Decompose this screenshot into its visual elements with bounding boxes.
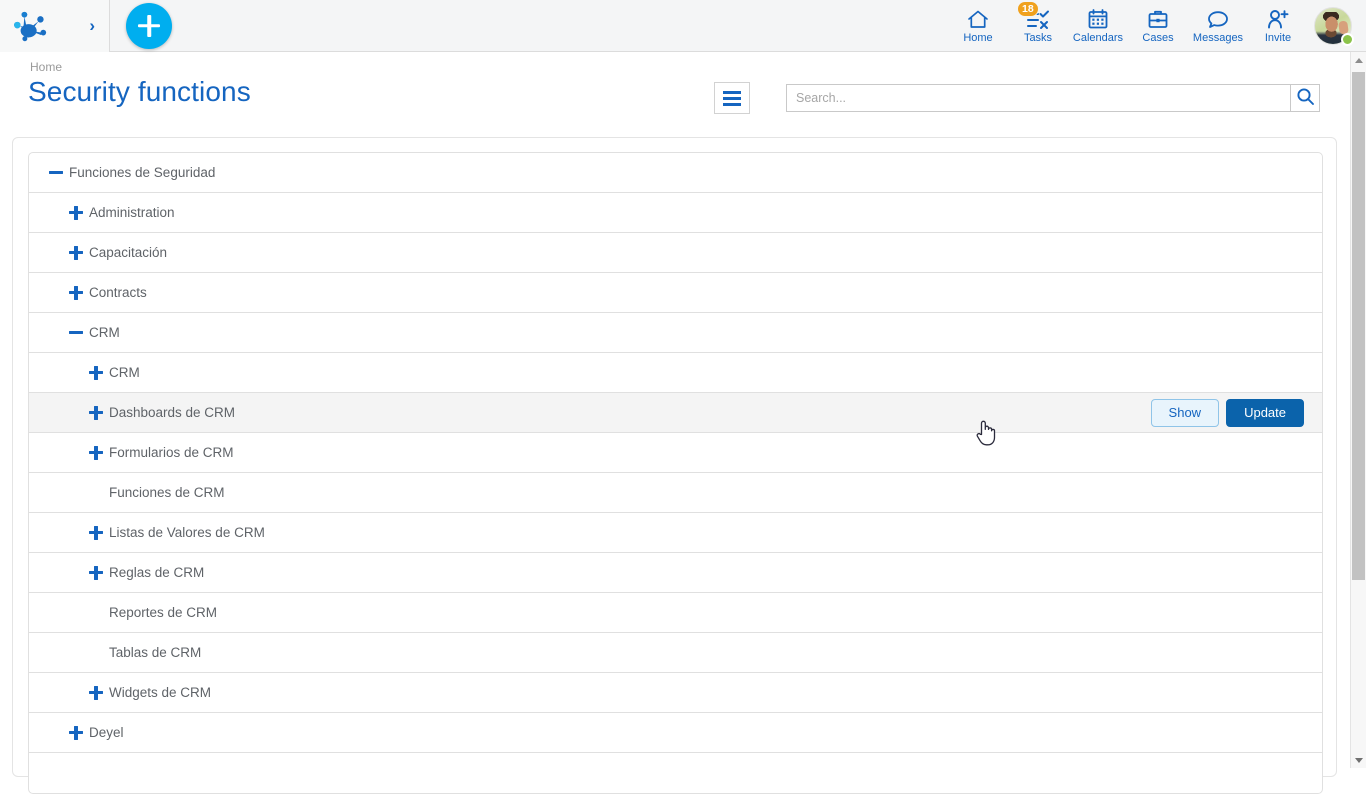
page-title: Security functions: [28, 76, 251, 108]
expand-icon[interactable]: [89, 526, 103, 540]
nav-label: Tasks: [1024, 32, 1052, 44]
menu-bar: [723, 97, 741, 100]
top-nav-items: Home 18 Tasks: [948, 0, 1366, 52]
search-input[interactable]: [786, 84, 1290, 112]
tree-row[interactable]: Tablas de CRM: [29, 633, 1322, 673]
nav-label: Messages: [1193, 32, 1243, 44]
update-button[interactable]: Update: [1226, 399, 1304, 427]
nav-item-messages[interactable]: Messages: [1188, 0, 1248, 52]
tree-row[interactable]: Formularios de CRM: [29, 433, 1322, 473]
tree-row[interactable]: Administration: [29, 193, 1322, 233]
scroll-down-arrow-icon[interactable]: [1351, 752, 1366, 768]
tree-row[interactable]: Deyel: [29, 713, 1322, 753]
tree-row[interactable]: CRM: [29, 313, 1322, 353]
expand-icon[interactable]: [69, 246, 83, 260]
collapse-icon[interactable]: [69, 326, 83, 340]
menu-bar: [723, 103, 741, 106]
expand-icon[interactable]: [69, 726, 83, 740]
tree-row[interactable]: Contracts: [29, 273, 1322, 313]
create-new-button[interactable]: [126, 3, 172, 49]
tree-row-label: Deyel: [89, 725, 124, 740]
nav-label: Cases: [1142, 32, 1173, 44]
chevron-right-icon[interactable]: ›: [89, 17, 95, 34]
hamburger-menu-icon[interactable]: [714, 82, 750, 114]
tree-row-label: Tablas de CRM: [109, 645, 201, 660]
molecule-logo-icon[interactable]: [12, 9, 50, 43]
nav-label: Home: [963, 32, 992, 44]
breadcrumb[interactable]: Home: [30, 60, 62, 74]
nav-label: Invite: [1265, 32, 1291, 44]
nav-item-invite[interactable]: Invite: [1248, 0, 1308, 52]
chat-icon: [1206, 7, 1230, 31]
search-bar: [786, 84, 1320, 112]
scroll-up-arrow-icon[interactable]: [1351, 52, 1366, 68]
security-functions-tree: Funciones de Seguridad Administration Capa…: [28, 152, 1323, 794]
collapse-icon[interactable]: [49, 166, 63, 180]
tree-row[interactable]: Reglas de CRM: [29, 553, 1322, 593]
show-button[interactable]: Show: [1151, 399, 1220, 427]
tree-row-label: CRM: [89, 325, 120, 340]
logo-zone: ›: [0, 0, 110, 52]
tree-row[interactable]: Reportes de CRM: [29, 593, 1322, 633]
tree-row-label: Funciones de Seguridad: [69, 165, 215, 180]
expand-icon[interactable]: [89, 686, 103, 700]
scrollbar-thumb[interactable]: [1352, 72, 1365, 580]
briefcase-icon: [1147, 7, 1169, 31]
user-avatar[interactable]: [1308, 0, 1358, 52]
tree-row[interactable]: Funciones de Seguridad: [29, 153, 1322, 193]
nav-label: Calendars: [1073, 32, 1123, 44]
calendar-icon: [1087, 7, 1109, 31]
expand-icon[interactable]: [69, 286, 83, 300]
home-icon: [966, 7, 990, 31]
tree-row[interactable]: [29, 753, 1322, 793]
tree-row-label: Listas de Valores de CRM: [109, 525, 265, 540]
tree-row[interactable]: Listas de Valores de CRM: [29, 513, 1322, 553]
expand-icon[interactable]: [89, 406, 103, 420]
tree-row-label: Widgets de CRM: [109, 685, 211, 700]
nav-item-home[interactable]: Home: [948, 0, 1008, 52]
expand-icon[interactable]: [89, 566, 103, 580]
tree-row[interactable]: Funciones de CRM: [29, 473, 1322, 513]
row-action-buttons: ShowUpdate: [1151, 399, 1304, 427]
tree-row-label: Reportes de CRM: [109, 605, 217, 620]
user-plus-icon: [1266, 7, 1290, 31]
tree-row[interactable]: Widgets de CRM: [29, 673, 1322, 713]
tree-row[interactable]: Capacitación: [29, 233, 1322, 273]
menu-bar: [723, 91, 741, 94]
tree-row-label: Reglas de CRM: [109, 565, 204, 580]
nav-item-calendars[interactable]: Calendars: [1068, 0, 1128, 52]
tree-row-label: Capacitación: [89, 245, 167, 260]
tree-row[interactable]: Dashboards de CRM ShowUpdate: [29, 393, 1322, 433]
tree-row-label: CRM: [109, 365, 140, 380]
nav-item-tasks[interactable]: 18 Tasks: [1008, 0, 1068, 52]
expand-icon[interactable]: [89, 366, 103, 380]
search-button[interactable]: [1290, 84, 1320, 112]
tree-row-label: Formularios de CRM: [109, 445, 234, 460]
tree-row-label: Contracts: [89, 285, 147, 300]
content-card: Funciones de Seguridad Administration Capa…: [12, 137, 1337, 777]
tasks-badge: 18: [1017, 1, 1039, 17]
magnifier-icon: [1296, 87, 1315, 109]
online-status-dot: [1341, 33, 1354, 46]
top-navigation-bar: › Home 18: [0, 0, 1366, 52]
tree-row[interactable]: CRM: [29, 353, 1322, 393]
tree-row-label: Funciones de CRM: [109, 485, 225, 500]
tree-row-label: Administration: [89, 205, 175, 220]
page-scrollbar[interactable]: [1350, 52, 1366, 768]
expand-icon[interactable]: [69, 206, 83, 220]
nav-item-cases[interactable]: Cases: [1128, 0, 1188, 52]
tree-row-label: Dashboards de CRM: [109, 405, 235, 420]
avatar-hand: [1338, 20, 1349, 34]
add-zone: [110, 3, 188, 49]
expand-icon[interactable]: [89, 446, 103, 460]
